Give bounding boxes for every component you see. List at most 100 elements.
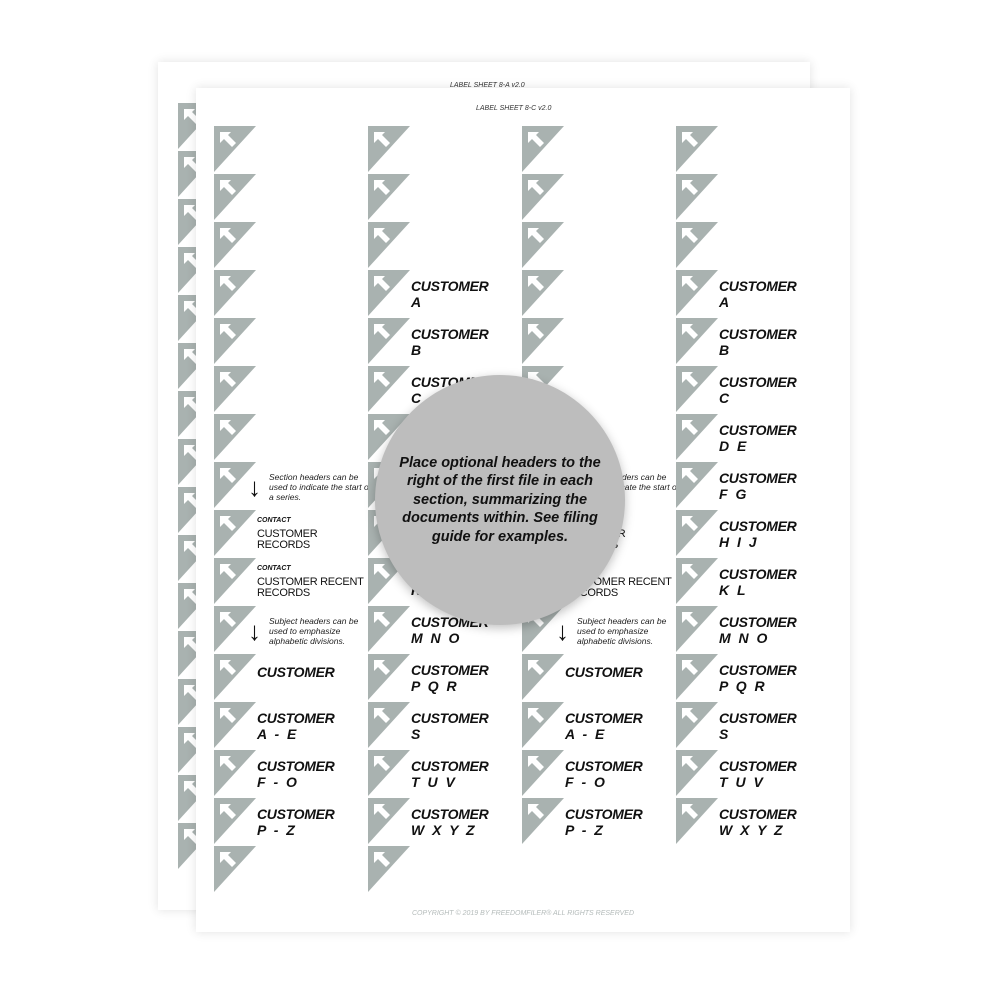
file-tab-arrow-icon (368, 222, 410, 268)
label-range: B (411, 342, 424, 358)
label-range: M N O (411, 630, 462, 646)
label-title: CUSTOMER (719, 566, 797, 582)
label-title: CUSTOMER (411, 278, 489, 294)
file-tab-arrow-icon (676, 558, 718, 604)
label-range: P - Z (565, 822, 605, 838)
note-text: Subject headers can be used to emphasize… (577, 616, 667, 646)
label-title: CUSTOMER (719, 326, 797, 342)
file-tab-arrow-icon (676, 654, 718, 700)
file-tab-arrow-icon (676, 222, 718, 268)
customer-label: CUSTOMER (257, 664, 335, 680)
callout-text: Place optional headers to the right of t… (399, 454, 601, 545)
customer-label: CUSTOMER P Q R (411, 662, 489, 694)
file-tab-arrow-icon (676, 798, 718, 844)
label-title: CUSTOMER (719, 614, 797, 630)
file-tab-arrow-icon (214, 510, 256, 556)
callout-circle: Place optional headers to the right of t… (375, 375, 625, 625)
label-title: CUSTOMER (565, 758, 643, 774)
customer-label: CUSTOMER H I J (719, 518, 797, 550)
down-arrow-icon: ↓ (248, 616, 261, 646)
file-tab-arrow-icon (214, 654, 256, 700)
customer-label: CUSTOMER T U V (411, 758, 489, 790)
label-range: T U V (411, 774, 457, 790)
customer-label: CUSTOMER A (719, 278, 797, 310)
label-title: CUSTOMER (719, 278, 797, 294)
file-tab-arrow-icon (676, 462, 718, 508)
label-title: CUSTOMER (719, 422, 797, 438)
file-tab-arrow-icon (368, 174, 410, 220)
file-tab-arrow-icon (368, 846, 410, 892)
label-range: T U V (719, 774, 765, 790)
label-range: M N O (719, 630, 770, 646)
customer-label: CUSTOMER S (719, 710, 797, 742)
label-range: A (719, 294, 732, 310)
label-title: CUSTOMER (411, 758, 489, 774)
file-tab-arrow-icon (214, 846, 256, 892)
customer-label: CUSTOMER B (411, 326, 489, 358)
label-range: S (719, 726, 731, 742)
file-tab-arrow-icon (676, 270, 718, 316)
file-tab-arrow-icon (368, 750, 410, 796)
customer-label: CUSTOMER C (719, 374, 797, 406)
label-title: CUSTOMER (565, 710, 643, 726)
file-tab-arrow-icon (368, 606, 410, 652)
file-tab-arrow-icon (522, 318, 564, 364)
customer-label: CUSTOMER A (411, 278, 489, 310)
label-title: CUSTOMER (719, 758, 797, 774)
customer-label: CUSTOMER M N O (719, 614, 797, 646)
file-tab-arrow-icon (676, 702, 718, 748)
file-tab-arrow-icon (214, 750, 256, 796)
file-tab-arrow-icon (214, 174, 256, 220)
label-title: CUSTOMER RECORDS (257, 528, 318, 551)
file-tab-arrow-icon (676, 126, 718, 172)
label-range: F G (719, 486, 749, 502)
instruction-note: ↓ Subject headers can be used to emphasiz… (248, 616, 373, 646)
label-title: CUSTOMER (719, 662, 797, 678)
file-tab-arrow-icon (214, 126, 256, 172)
label-title: CUSTOMER (257, 806, 335, 822)
file-tab-arrow-icon (676, 366, 718, 412)
label-title: CUSTOMER (719, 710, 797, 726)
label-title: CUSTOMER (719, 806, 797, 822)
contact-label: CONTACT CUSTOMER RECENT RECORDS (257, 565, 367, 599)
label-range: F - O (257, 774, 299, 790)
down-arrow-icon: ↓ (556, 616, 569, 646)
customer-label: CUSTOMER P Q R (719, 662, 797, 694)
file-tab-arrow-icon (368, 318, 410, 364)
file-tab-arrow-icon (522, 126, 564, 172)
file-tab-arrow-icon (676, 750, 718, 796)
contact-label: CONTACT CUSTOMER RECORDS (257, 517, 367, 551)
label-range: P Q R (719, 678, 767, 694)
note-text: Section headers can be used to indicate … (269, 472, 372, 502)
label-range: K L (719, 582, 748, 598)
customer-label: CUSTOMER T U V (719, 758, 797, 790)
customer-label: CUSTOMER A - E (257, 710, 335, 742)
label-title: CUSTOMER (411, 710, 489, 726)
file-tab-arrow-icon (522, 654, 564, 700)
file-tab-arrow-icon (522, 750, 564, 796)
label-title: CUSTOMER (565, 664, 643, 680)
label-range: H I J (719, 534, 759, 550)
customer-label: CUSTOMER B (719, 326, 797, 358)
customer-label: CUSTOMER D E (719, 422, 797, 454)
label-range: D E (719, 438, 749, 454)
customer-label: CUSTOMER W X Y Z (411, 806, 489, 838)
label-title: CUSTOMER (411, 806, 489, 822)
file-tab-arrow-icon (368, 654, 410, 700)
label-title: CUSTOMER (719, 374, 797, 390)
customer-label: CUSTOMER F G (719, 470, 797, 502)
file-tab-arrow-icon (368, 702, 410, 748)
label-title: CUSTOMER RECENT RECORDS (257, 576, 364, 599)
instruction-note: ↓ Section headers can be used to indicate… (248, 472, 373, 502)
label-title: CUSTOMER (257, 710, 335, 726)
customer-label: CUSTOMER F - O (565, 758, 643, 790)
file-tab-arrow-icon (368, 126, 410, 172)
note-text: Subject headers can be used to emphasize… (269, 616, 359, 646)
label-range: C (719, 390, 732, 406)
file-tab-arrow-icon (214, 366, 256, 412)
customer-label: CUSTOMER P - Z (565, 806, 643, 838)
file-tab-arrow-icon (676, 318, 718, 364)
customer-label: CUSTOMER S (411, 710, 489, 742)
customer-label: CUSTOMER F - O (257, 758, 335, 790)
label-range: P Q R (411, 678, 459, 694)
